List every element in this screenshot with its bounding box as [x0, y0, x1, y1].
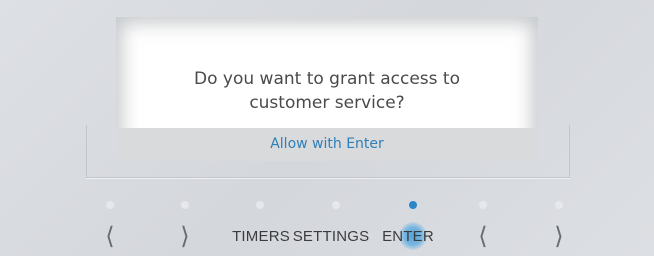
- dialog-message: Do you want to grant access to customer …: [116, 67, 538, 115]
- dialog-message-line-1: Do you want to grant access to: [194, 69, 460, 89]
- indicator-dot: [555, 201, 563, 209]
- enter-button[interactable]: ENTER: [382, 228, 434, 245]
- indicator-dot-active: [409, 201, 417, 209]
- indicator-dot: [479, 201, 487, 209]
- indicator-dot: [181, 201, 189, 209]
- indicator-dot: [256, 201, 264, 209]
- chevron-left-icon[interactable]: ⟨: [478, 222, 488, 250]
- indicator-dot: [332, 201, 340, 209]
- timers-button[interactable]: TIMERS: [232, 228, 290, 245]
- indicator-dot: [106, 201, 114, 209]
- display-screen: Do you want to grant access to customer …: [116, 17, 538, 161]
- chevron-right-icon[interactable]: ⟩: [554, 222, 564, 250]
- allow-with-enter-button[interactable]: Allow with Enter: [116, 128, 538, 161]
- chevron-right-icon[interactable]: ⟩: [180, 222, 190, 250]
- settings-button[interactable]: SETTINGS: [293, 228, 370, 245]
- appliance-control-panel: Do you want to grant access to customer …: [0, 0, 654, 256]
- dialog-message-line-2: customer service?: [249, 93, 405, 113]
- chevron-left-icon[interactable]: ⟨: [105, 222, 115, 250]
